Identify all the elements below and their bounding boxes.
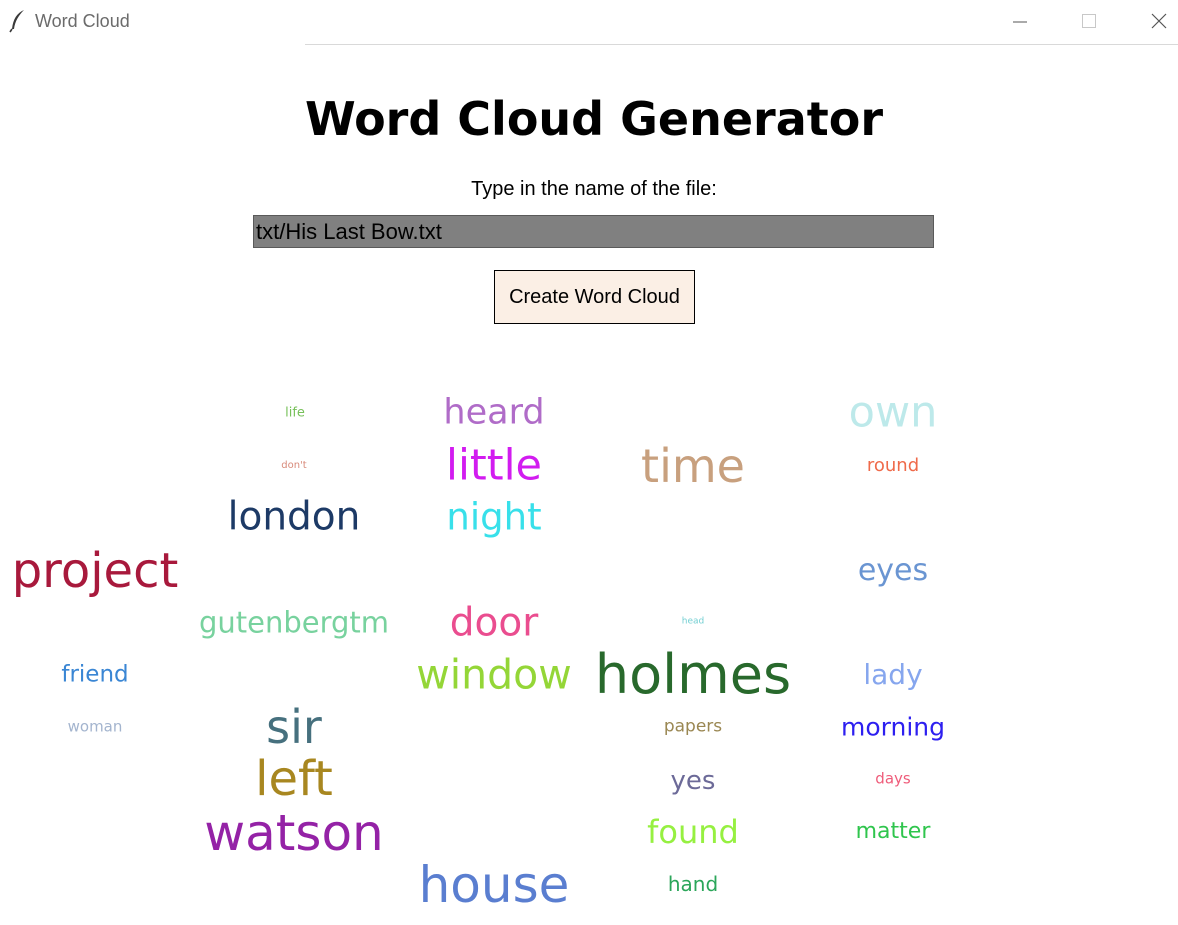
cloud-word: sir <box>266 700 322 754</box>
cloud-word: friend <box>61 661 129 688</box>
cloud-word: morning <box>841 712 945 742</box>
page-title: Word Cloud Generator <box>304 92 884 146</box>
cloud-word: night <box>446 495 542 539</box>
cloud-word: head <box>681 616 705 627</box>
cloud-word: round <box>866 455 920 476</box>
feather-icon <box>9 9 27 33</box>
cloud-word: project <box>11 543 179 599</box>
cloud-word: found <box>647 813 739 851</box>
cloud-word: hand <box>667 872 719 896</box>
cloud-word: time <box>641 439 745 493</box>
minimize-icon <box>1013 21 1027 23</box>
maximize-button[interactable] <box>1066 0 1110 44</box>
create-word-cloud-button[interactable]: Create Word Cloud <box>494 270 695 324</box>
close-button[interactable] <box>1136 0 1178 44</box>
cloud-word: woman <box>67 717 123 736</box>
cloud-word: don't <box>281 460 307 471</box>
cloud-word: london <box>227 494 361 540</box>
cloud-word: days <box>875 769 911 788</box>
cloud-word: yes <box>670 766 716 796</box>
minimize-button[interactable] <box>998 0 1042 44</box>
title-bar: Word Cloud <box>0 0 1178 44</box>
maximize-icon <box>1082 14 1096 28</box>
title-separator <box>305 44 1178 45</box>
cloud-word: little <box>445 440 543 491</box>
file-prompt-label: Type in the name of the file: <box>471 178 717 200</box>
cloud-word: gutenbergtm <box>198 605 390 640</box>
cloud-word: matter <box>855 819 931 844</box>
cloud-word: door <box>449 600 539 646</box>
file-name-input[interactable]: txt/His Last Bow.txt <box>253 215 934 248</box>
cloud-word: left <box>255 751 333 807</box>
cloud-word: eyes <box>857 553 929 588</box>
cloud-word: own <box>848 387 938 438</box>
cloud-word: window <box>416 650 572 699</box>
cloud-word: lady <box>863 658 923 691</box>
cloud-word: watson <box>204 804 384 862</box>
cloud-word: papers <box>663 716 723 737</box>
window-title: Word Cloud <box>35 11 130 31</box>
cloud-word: house <box>418 856 570 914</box>
cloud-word: life <box>285 405 305 421</box>
close-icon <box>1151 13 1167 29</box>
cloud-word: holmes <box>594 643 792 706</box>
cloud-word: heard <box>443 392 545 433</box>
